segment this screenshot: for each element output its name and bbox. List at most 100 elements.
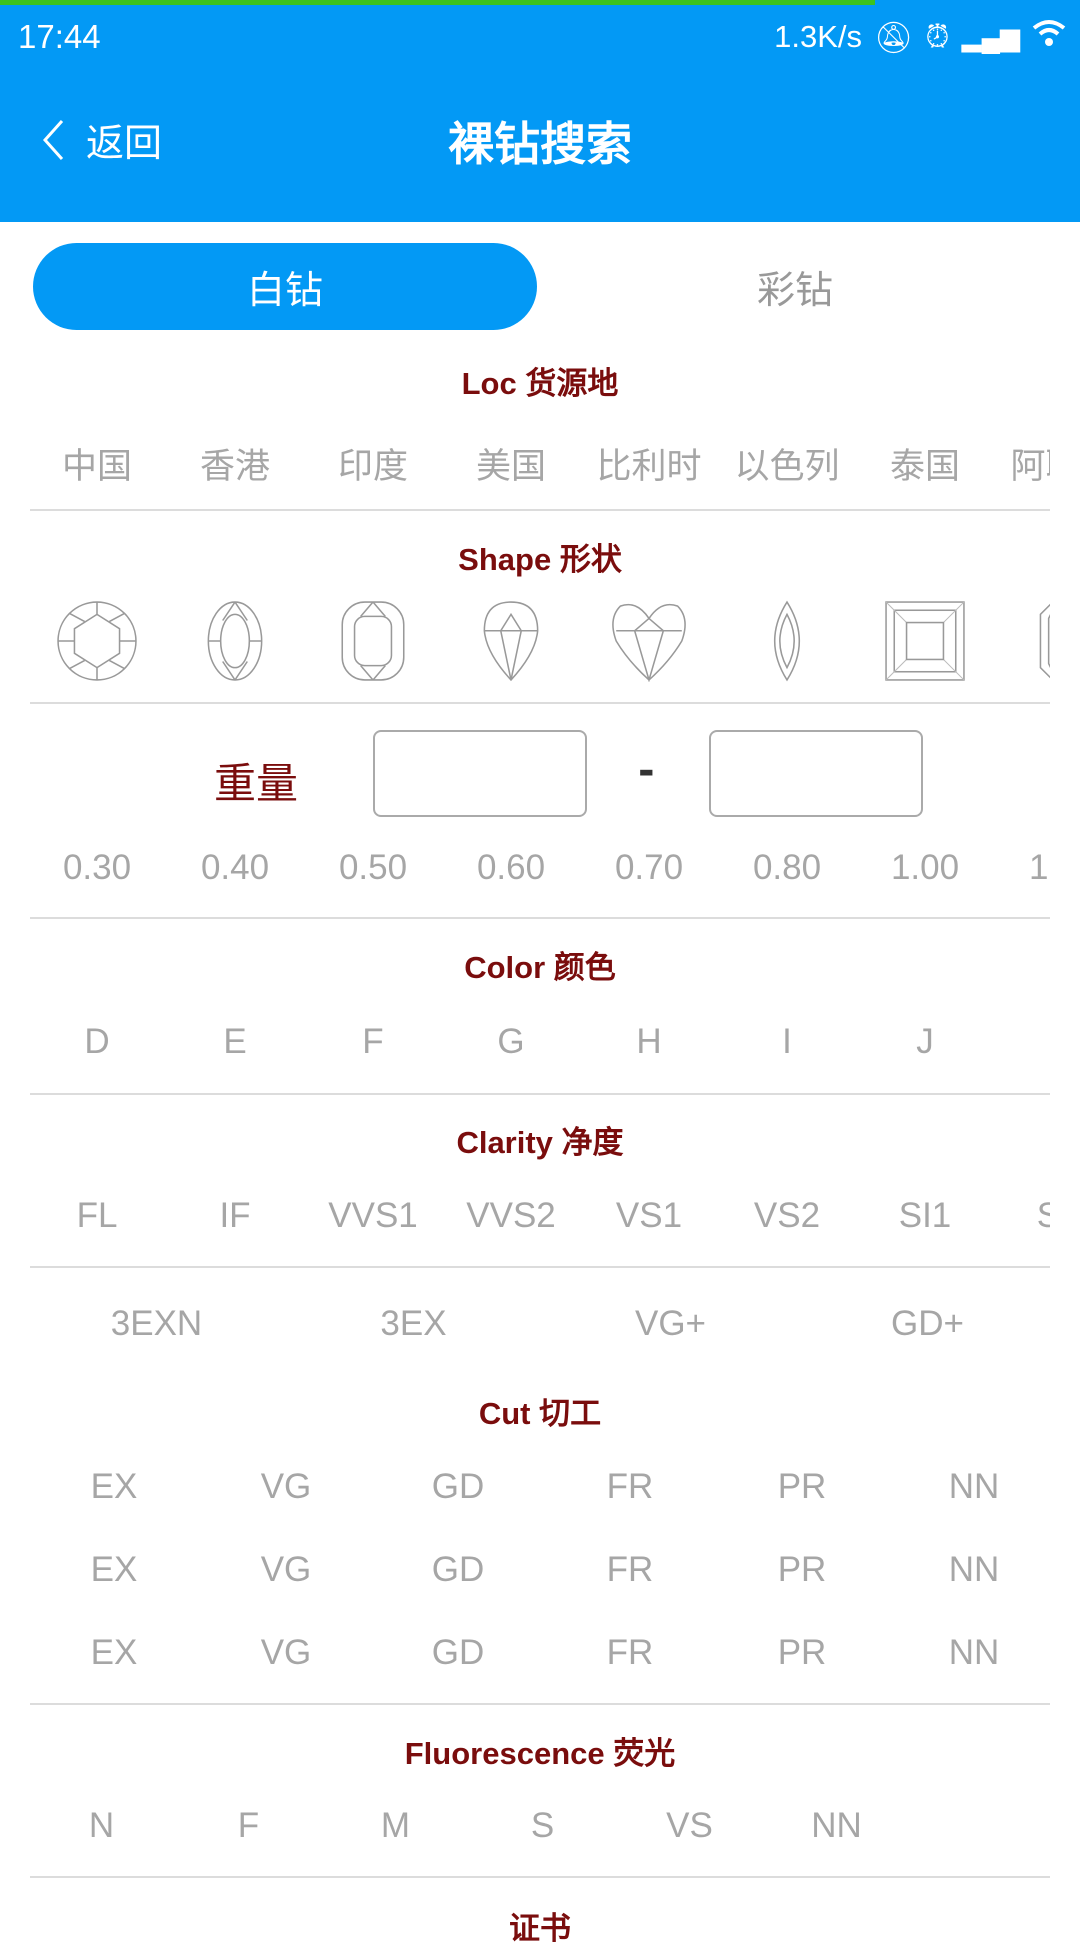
weight-option[interactable]: 1.00 <box>856 848 994 888</box>
color-options[interactable]: DEFGHIJ <box>28 1022 1050 1062</box>
clarity-title: Clarity 净度 <box>456 1125 624 1160</box>
clarity-option[interactable]: SI1 <box>856 1196 994 1236</box>
cut-grade-option[interactable]: VG <box>200 1633 372 1673</box>
cut-preset-option[interactable]: VG+ <box>542 1304 799 1344</box>
loc-options[interactable]: 中国香港印度美国比利时以色列泰国阿联酋 <box>28 438 1050 489</box>
shape-option-cushion[interactable] <box>304 600 442 690</box>
color-option[interactable]: H <box>580 1022 718 1062</box>
cut-grade-option[interactable]: FR <box>544 1550 716 1590</box>
cut-grade-option[interactable]: PR <box>716 1633 888 1673</box>
clarity-option[interactable]: VS2 <box>718 1196 856 1236</box>
shape-option-heart[interactable] <box>580 600 718 690</box>
cut-grade-option[interactable]: NN <box>888 1633 1050 1673</box>
weight-option[interactable]: 1.50 <box>994 848 1050 888</box>
weight-option[interactable]: 0.40 <box>166 848 304 888</box>
divider <box>30 1876 1050 1878</box>
wifi-icon <box>1032 18 1066 56</box>
fluorescence-options[interactable]: N F M S VS NN <box>28 1806 1050 1846</box>
color-option[interactable]: D <box>28 1022 166 1062</box>
divider <box>30 1093 1050 1095</box>
weight-option[interactable]: 0.70 <box>580 848 718 888</box>
cut-grade-option[interactable]: PR <box>716 1550 888 1590</box>
cut-grade-option[interactable]: EX <box>28 1550 200 1590</box>
cut-preset-option[interactable]: 3EX <box>285 1304 542 1344</box>
shape-option-emerald[interactable] <box>994 600 1050 690</box>
tab-fancy-diamond[interactable]: 彩钻 <box>543 243 1047 330</box>
page-title: 裸钻搜索 <box>448 117 632 171</box>
loc-option[interactable]: 香港 <box>166 438 304 489</box>
divider <box>30 509 1050 511</box>
marquise-diamond-icon <box>773 600 801 682</box>
cut-grade-option[interactable]: FR <box>544 1467 716 1507</box>
color-option[interactable]: F <box>304 1022 442 1062</box>
fluorescence-option[interactable]: NN <box>763 1806 910 1846</box>
weight-options[interactable]: 0.300.400.500.600.700.801.001.50 <box>28 848 1050 888</box>
clarity-options[interactable]: FLIFVVS1VVS2VS1VS2SI1SI2 <box>28 1196 1050 1236</box>
color-option[interactable]: I <box>718 1022 856 1062</box>
loc-option[interactable]: 印度 <box>304 438 442 489</box>
weight-option[interactable]: 0.50 <box>304 848 442 888</box>
clarity-option[interactable]: VVS1 <box>304 1196 442 1236</box>
cut-grade-option[interactable]: GD <box>372 1633 544 1673</box>
clarity-option[interactable]: SI2 <box>994 1196 1050 1236</box>
fluorescence-option[interactable]: F <box>175 1806 322 1846</box>
cut-grade-option[interactable]: EX <box>28 1633 200 1673</box>
loc-option[interactable]: 美国 <box>442 438 580 489</box>
weight-max-input[interactable] <box>709 730 923 817</box>
color-option[interactable]: G <box>442 1022 580 1062</box>
loc-option[interactable]: 以色列 <box>718 438 856 489</box>
fluorescence-option[interactable]: VS <box>616 1806 763 1846</box>
fluorescence-option[interactable]: M <box>322 1806 469 1846</box>
status-icons: 1.3K/s 🔕︎ ⏰︎ ▂▄▆ <box>774 18 1066 56</box>
divider <box>30 917 1050 919</box>
weight-option[interactable]: 0.80 <box>718 848 856 888</box>
fluorescence-option[interactable]: S <box>469 1806 616 1846</box>
cut-grade-option[interactable]: EX <box>28 1467 200 1507</box>
symmetry-options-row[interactable]: EX VG GD FR PR NN <box>28 1633 1050 1673</box>
loc-option[interactable]: 泰国 <box>856 438 994 489</box>
loc-option[interactable]: 阿联酋 <box>994 438 1050 489</box>
shape-option-princess[interactable] <box>856 600 994 690</box>
clarity-option[interactable]: IF <box>166 1196 304 1236</box>
weight-option[interactable]: 0.60 <box>442 848 580 888</box>
loc-title: Loc 货源地 <box>461 366 619 401</box>
cut-grade-option[interactable]: GD <box>372 1550 544 1590</box>
clarity-option[interactable]: VVS2 <box>442 1196 580 1236</box>
weight-option[interactable]: 0.30 <box>28 848 166 888</box>
color-option[interactable]: E <box>166 1022 304 1062</box>
cut-grade-option[interactable]: PR <box>716 1467 888 1507</box>
shape-option-marquise[interactable] <box>718 600 856 690</box>
shape-option-oval[interactable] <box>166 600 304 690</box>
fluorescence-option[interactable]: N <box>28 1806 175 1846</box>
loc-option[interactable]: 中国 <box>28 438 166 489</box>
cut-preset-option[interactable]: 3EXN <box>28 1304 285 1344</box>
cut-grade-option[interactable]: GD <box>372 1467 544 1507</box>
net-speed: 1.3K/s <box>774 19 863 54</box>
alarm-icon: ⏰︎ <box>925 18 950 54</box>
shape-option-pear[interactable] <box>442 600 580 690</box>
shape-options[interactable] <box>28 600 1050 690</box>
cut-grade-option[interactable]: VG <box>200 1467 372 1507</box>
diamond-type-tabs: 白钻 彩钻 <box>33 243 1047 330</box>
weight-separator: - <box>638 748 655 794</box>
cut-presets[interactable]: 3EXN 3EX VG+ GD+ <box>28 1304 1050 1344</box>
clarity-option[interactable]: VS1 <box>580 1196 718 1236</box>
cut-options-row[interactable]: EX VG GD FR PR NN <box>28 1467 1050 1507</box>
heart-diamond-icon <box>612 603 686 683</box>
mute-bell-icon: 🔕︎ <box>874 19 914 55</box>
tab-white-diamond[interactable]: 白钻 <box>33 243 537 330</box>
fluorescence-title: Fluorescence 荧光 <box>404 1736 676 1771</box>
cut-grade-option[interactable]: NN <box>888 1550 1050 1590</box>
clarity-option[interactable]: FL <box>28 1196 166 1236</box>
weight-min-input[interactable] <box>373 730 587 817</box>
cut-grade-option[interactable]: NN <box>888 1467 1050 1507</box>
polish-options-row[interactable]: EX VG GD FR PR NN <box>28 1550 1050 1590</box>
loc-option[interactable]: 比利时 <box>580 438 718 489</box>
divider <box>30 1703 1050 1705</box>
shape-option-round[interactable] <box>28 600 166 690</box>
cut-grade-option[interactable]: FR <box>544 1633 716 1673</box>
color-option[interactable]: J <box>856 1022 994 1062</box>
cut-grade-option[interactable]: VG <box>200 1550 372 1590</box>
cut-preset-option[interactable]: GD+ <box>799 1304 1050 1344</box>
color-title: Color 颜色 <box>464 950 616 985</box>
